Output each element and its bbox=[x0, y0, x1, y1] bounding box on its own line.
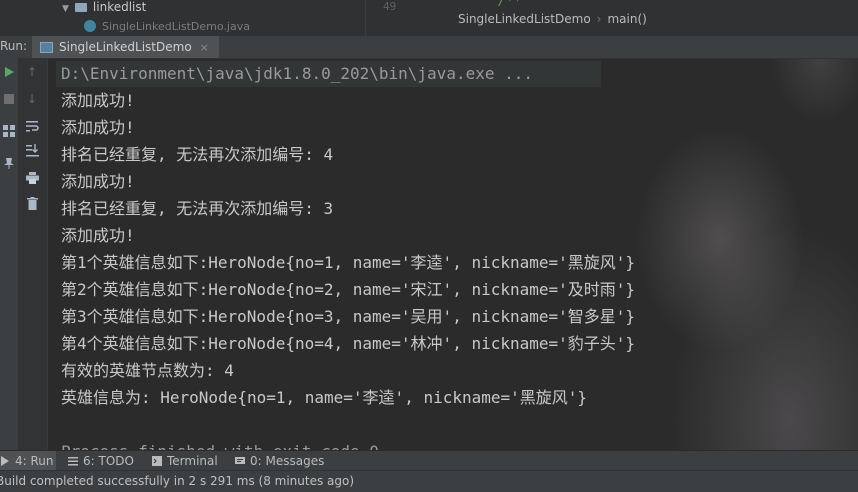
console-line: 第1个英雄信息如下:HeroNode{no=1, name='李逵', nick… bbox=[61, 253, 636, 272]
project-tree-folder[interactable]: ▼ linkedlist bbox=[62, 0, 146, 14]
console-line: 添加成功! bbox=[61, 226, 135, 245]
tab-terminal[interactable]: Terminal bbox=[152, 451, 218, 471]
trash-icon[interactable] bbox=[24, 195, 40, 211]
console-line-partial: Process finished with exit code 0 bbox=[61, 439, 379, 450]
console-line: 第4个英雄信息如下:HeroNode{no=4, name='林冲', nick… bbox=[61, 334, 636, 353]
status-text: Build completed successfully in 2 s 291 … bbox=[0, 474, 355, 488]
project-tree-file[interactable]: SingleLinkedListDemo.java bbox=[84, 20, 250, 33]
breadcrumb: SingleLinkedListDemo › main() bbox=[458, 12, 647, 26]
terminal-icon bbox=[152, 456, 162, 466]
layout-icon[interactable] bbox=[1, 123, 17, 139]
run-panel-header: Run: SingleLinkedListDemo × bbox=[0, 36, 858, 59]
console-line: 英雄信息为: HeroNode{no=1, name='李逵', nicknam… bbox=[61, 388, 588, 407]
project-file-label: SingleLinkedListDemo.java bbox=[102, 20, 250, 33]
arrow-down-icon[interactable]: ↓ bbox=[24, 91, 40, 107]
stop-icon[interactable] bbox=[1, 91, 17, 107]
tab-messages[interactable]: 0: Messages bbox=[235, 451, 324, 471]
breadcrumb-method[interactable]: main() bbox=[607, 12, 646, 26]
messages-icon bbox=[235, 457, 245, 464]
editor-divider bbox=[365, 0, 366, 36]
console-line: 添加成功! bbox=[61, 91, 135, 110]
tab-messages-label: 0: Messages bbox=[250, 454, 325, 468]
project-folder-label: linkedlist bbox=[92, 0, 147, 14]
run-icon bbox=[1, 456, 9, 466]
run-toolbar-primary bbox=[0, 58, 19, 450]
console-line: 排名已经重复, 无法再次添加编号: 3 bbox=[61, 199, 334, 218]
run-toolbar-secondary: ↑ ↓ bbox=[19, 58, 48, 450]
tab-run-label: 4: Run bbox=[15, 454, 54, 468]
code-comment-fragment: /** bbox=[498, 0, 522, 9]
tab-todo-label: 6: TODO bbox=[83, 454, 134, 468]
run-config-icon bbox=[40, 41, 53, 53]
tab-todo[interactable]: 6: TODO bbox=[68, 451, 134, 471]
line-number: 49 bbox=[383, 0, 397, 13]
tab-terminal-label: Terminal bbox=[167, 454, 218, 468]
console-output[interactable]: D:\Environment\java\jdk1.8.0_202\bin\jav… bbox=[48, 58, 858, 450]
close-icon[interactable]: × bbox=[200, 41, 209, 54]
rerun-icon[interactable] bbox=[1, 64, 17, 80]
console-line: 第2个英雄信息如下:HeroNode{no=2, name='宋江', nick… bbox=[61, 280, 636, 299]
bottom-tool-tabs: 4: Run 6: TODO Terminal 0: Messages bbox=[0, 450, 858, 471]
soft-wrap-icon[interactable] bbox=[24, 118, 40, 134]
arrow-up-icon[interactable]: ↑ bbox=[24, 64, 40, 80]
print-icon[interactable] bbox=[24, 170, 40, 186]
console-line: 添加成功! bbox=[61, 172, 135, 191]
breadcrumb-class[interactable]: SingleLinkedListDemo bbox=[458, 12, 591, 26]
scroll-to-end-icon[interactable] bbox=[24, 142, 40, 158]
run-panel-label: Run: bbox=[0, 39, 28, 53]
console-line: 添加成功! bbox=[61, 118, 135, 137]
run-config-tab[interactable]: SingleLinkedListDemo × bbox=[32, 36, 219, 58]
top-strip: ▼ linkedlist SingleLinkedListDemo.java 49… bbox=[0, 0, 858, 37]
console-line: 第3个英雄信息如下:HeroNode{no=3, name='吴用', nick… bbox=[61, 307, 636, 326]
tab-run[interactable]: 4: Run bbox=[0, 451, 56, 471]
status-bar: Build completed successfully in 2 s 291 … bbox=[0, 470, 858, 492]
folder-icon bbox=[74, 3, 87, 12]
java-class-icon bbox=[84, 20, 96, 32]
console-line: 排名已经重复, 无法再次添加编号: 4 bbox=[61, 145, 334, 164]
pin-icon[interactable] bbox=[1, 155, 17, 171]
todo-icon bbox=[68, 457, 78, 466]
run-tab-title: SingleLinkedListDemo bbox=[59, 40, 192, 54]
console-command-line: D:\Environment\java\jdk1.8.0_202\bin\jav… bbox=[61, 64, 534, 83]
expand-arrow-icon[interactable]: ▼ bbox=[62, 4, 69, 14]
console-line: 有效的英雄节点数为: 4 bbox=[61, 361, 234, 380]
breadcrumb-separator-icon: › bbox=[596, 12, 602, 26]
